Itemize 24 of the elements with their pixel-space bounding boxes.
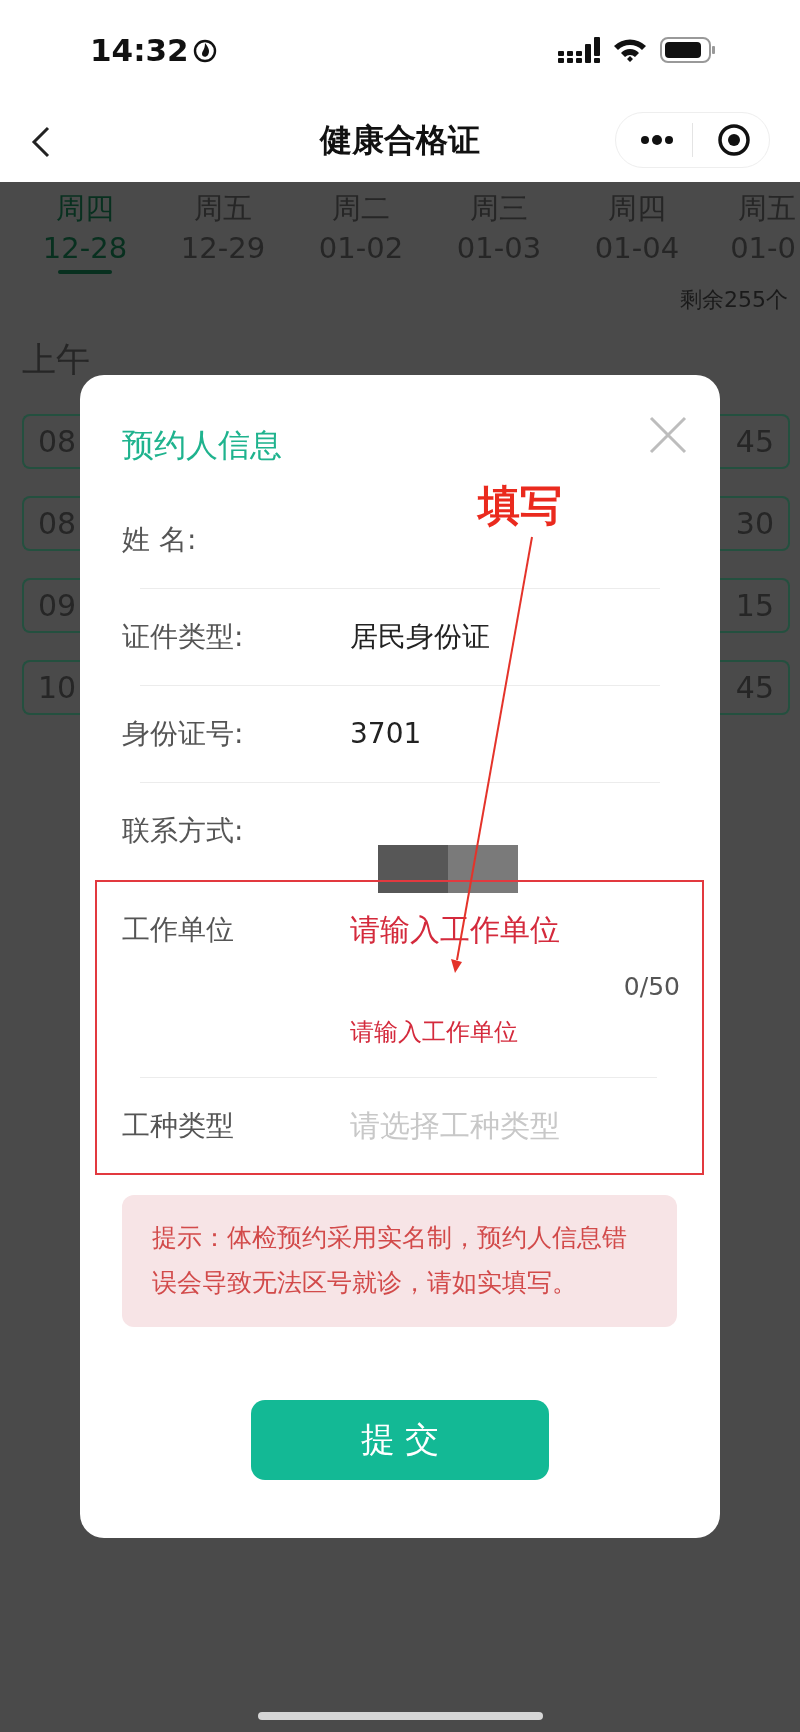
field-value: 居民身份证 — [350, 619, 490, 655]
more-icon[interactable] — [640, 134, 674, 146]
field-value: 3701 — [350, 716, 422, 752]
battery-icon — [660, 37, 716, 63]
char-counter: 0/50 — [623, 971, 680, 1003]
field-label: 工作单位 — [122, 912, 234, 948]
field-label: 身份证号: — [122, 716, 244, 752]
wifi-icon — [612, 37, 648, 63]
back-icon[interactable] — [30, 126, 52, 158]
field-label: 工种类型 — [122, 1108, 234, 1144]
submit-button[interactable]: 提 交 — [251, 1400, 549, 1480]
page-title: 健康合格证 — [318, 120, 481, 161]
flame-icon — [192, 37, 217, 63]
error-message: 请输入工作单位 — [350, 1017, 518, 1048]
field-label: 姓 名: — [122, 522, 197, 558]
status-time: 14:32 — [90, 32, 189, 68]
modal-title: 预约人信息 — [122, 425, 282, 466]
close-mini-program-icon[interactable] — [717, 123, 751, 157]
field-label: 证件类型: — [122, 619, 244, 655]
annotation-label: 填写 — [478, 480, 562, 532]
signal-icon — [558, 37, 600, 63]
field-label: 联系方式: — [122, 813, 244, 849]
date-tab[interactable]: 周四 12-28 — [16, 182, 154, 277]
notice-text: 提示：体检预约采用实名制，预约人信息错误会导致无法区号就诊，请如实填写。 — [122, 1195, 677, 1327]
